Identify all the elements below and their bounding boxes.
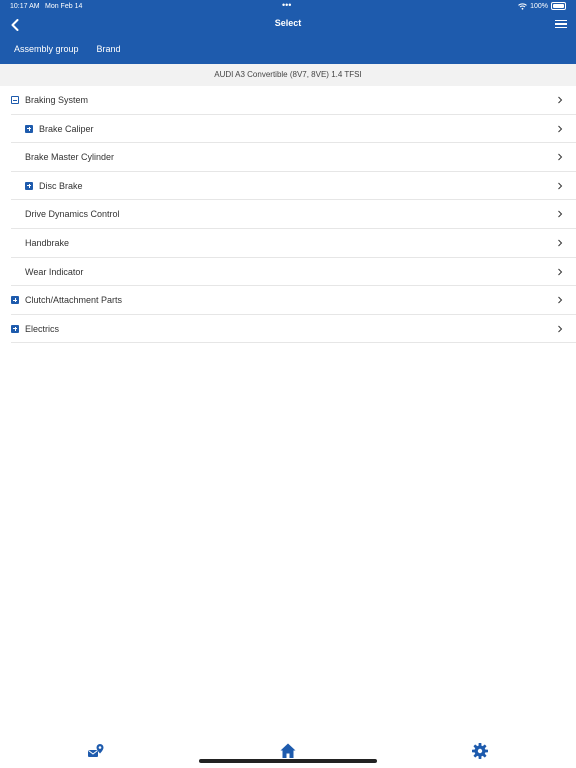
list-item-label: Braking System	[25, 95, 89, 105]
header: 10:17 AM Mon Feb 14 ••• 100% Select Asse…	[0, 0, 576, 64]
list-item-label: Wear Indicator	[25, 266, 84, 277]
nav-bar: Select	[0, 14, 576, 36]
chevron-right-icon	[558, 153, 563, 161]
list-item-label: Electrics	[25, 323, 60, 334]
list-item-brake-master-cylinder[interactable]: Brake Master Cylinder	[11, 143, 576, 172]
battery-icon	[551, 2, 566, 10]
home-icon	[280, 743, 296, 758]
multitasking-dots[interactable]: •••	[282, 0, 291, 10]
list-item-label: Handbrake	[25, 237, 70, 248]
expand-icon[interactable]	[11, 324, 19, 333]
list-item-braking-system[interactable]: Braking System	[11, 86, 576, 115]
expand-icon[interactable]	[25, 181, 33, 190]
status-right: 100%	[518, 2, 566, 10]
gear-icon	[472, 743, 488, 759]
list-item-brake-caliper[interactable]: Brake Caliper	[11, 115, 576, 144]
screen: 10:17 AM Mon Feb 14 ••• 100% Select Asse…	[0, 0, 576, 768]
tab-assembly-group[interactable]: Assembly group	[14, 40, 79, 60]
chevron-right-icon	[558, 325, 563, 333]
menu-button[interactable]	[555, 18, 567, 30]
chevron-right-icon	[558, 296, 563, 304]
list-item-label: Drive Dynamics Control	[25, 209, 120, 220]
list-item-label: Clutch/Attachment Parts	[25, 295, 123, 306]
list-item-label: Brake Master Cylinder	[25, 152, 115, 163]
tab-brand[interactable]: Brand	[97, 40, 121, 60]
list-item-label: Brake Caliper	[39, 123, 94, 134]
chevron-right-icon	[558, 182, 563, 190]
location-mail-button[interactable]	[86, 741, 106, 761]
list-item-handbrake[interactable]: Handbrake	[11, 229, 576, 258]
settings-button[interactable]	[470, 741, 490, 761]
status-date: Mon Feb 14	[45, 3, 83, 10]
bottom-tab-bar	[0, 736, 576, 768]
home-indicator	[199, 759, 377, 763]
collapse-icon[interactable]	[11, 96, 19, 104]
list-item-label: Disc Brake	[39, 180, 83, 191]
page-title: Select	[274, 18, 302, 28]
chevron-right-icon	[558, 239, 563, 247]
chevron-right-icon	[558, 211, 563, 218]
chevron-right-icon	[558, 125, 563, 132]
home-button[interactable]	[278, 741, 298, 761]
list-item-drive-dynamics-control[interactable]: Drive Dynamics Control	[11, 200, 576, 229]
assembly-group-list: Braking System Brake Caliper Brake Maste…	[0, 86, 576, 344]
chevron-right-icon	[558, 268, 563, 275]
location-mail-icon	[88, 744, 104, 757]
list-item-clutch-attachment-parts[interactable]: Clutch/Attachment Parts	[11, 286, 576, 315]
wifi-icon	[518, 2, 527, 10]
list-item-electrics[interactable]: Electrics	[11, 315, 576, 344]
hamburger-menu-icon	[555, 19, 567, 22]
chevron-right-icon	[558, 96, 563, 104]
list-item-disc-brake[interactable]: Disc Brake	[11, 172, 576, 201]
vehicle-title: AUDI A3 Convertible (8V7, 8VE) 1.4 TFSI	[0, 64, 576, 86]
expand-icon[interactable]	[11, 296, 19, 305]
tab-bar: Assembly group Brand	[0, 40, 125, 60]
status-bar: 10:17 AM Mon Feb 14 ••• 100%	[0, 0, 576, 14]
status-time: 10:17 AM	[10, 3, 40, 10]
battery-percent: 100%	[530, 2, 548, 10]
expand-icon[interactable]	[25, 124, 33, 133]
list-item-wear-indicator[interactable]: Wear Indicator	[11, 258, 576, 287]
